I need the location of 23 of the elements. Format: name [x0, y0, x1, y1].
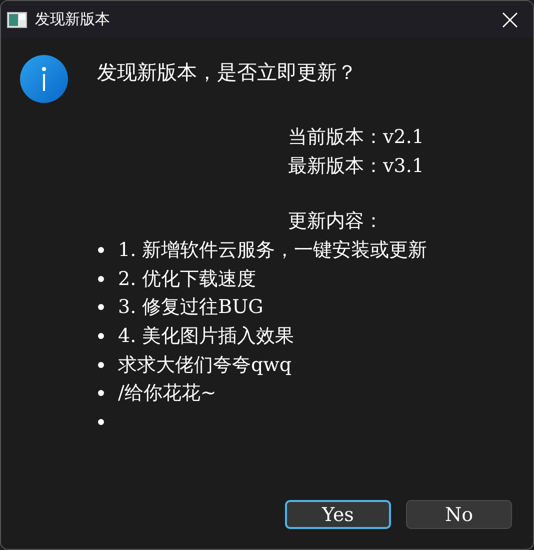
window-icon — [7, 12, 27, 28]
version-line: 最新版本：v3.1 — [288, 154, 425, 179]
window-title: 发现新版本 — [35, 10, 111, 29]
info-icon — [20, 55, 68, 103]
change-item: 4. 美化图片插入效果 — [118, 324, 294, 350]
change-item: 1. 新增软件云服务，一键安装或更新 — [118, 238, 428, 264]
change-item: /给你花花~ — [118, 381, 216, 406]
bullet-icon — [98, 390, 104, 396]
changes-heading: 更新内容： — [288, 209, 384, 234]
change-item: 3. 修复过往BUG — [118, 295, 264, 320]
yes-button[interactable]: Yes — [285, 500, 391, 529]
change-item: 求求大佬们夸夸qwq — [118, 352, 292, 378]
bullet-icon — [98, 276, 104, 282]
close-icon[interactable] — [502, 12, 518, 28]
message-headline: 发现新版本，是否立即更新？ — [97, 58, 357, 86]
no-button[interactable]: No — [406, 500, 512, 529]
bullet-icon — [98, 247, 104, 254]
bullet-icon — [98, 362, 104, 368]
bullet-icon — [98, 418, 104, 425]
bullet-icon — [98, 304, 104, 310]
change-item: 2. 优化下载速度 — [118, 266, 256, 292]
version-line: 当前版本：v2.1 — [288, 125, 425, 150]
bullet-icon — [98, 333, 104, 340]
